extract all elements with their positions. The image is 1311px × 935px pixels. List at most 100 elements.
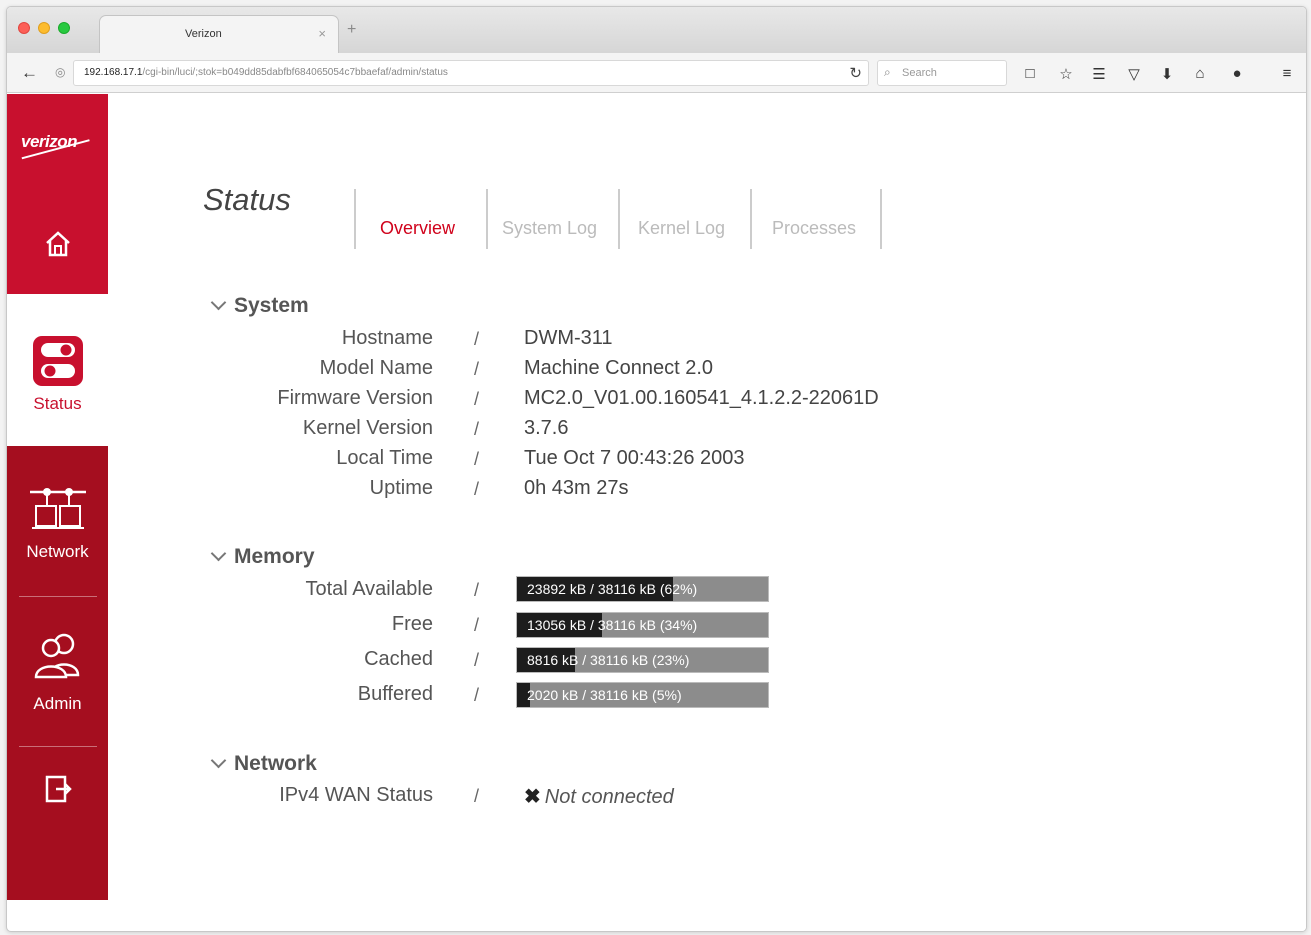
firmware-version-value: MC2.0_V01.00.160541_4.1.2.2-22061D bbox=[524, 387, 879, 409]
sidebar-header: verizon bbox=[7, 94, 108, 294]
browser-tab[interactable]: Verizon × bbox=[99, 15, 339, 53]
row-separator: / bbox=[474, 786, 480, 806]
local-time-value: Tue Oct 7 00:43:26 2003 bbox=[524, 447, 745, 469]
pocket-icon[interactable]: ▽ bbox=[1124, 65, 1144, 83]
progress-bar: 13056 kB / 38116 kB (34%) bbox=[516, 612, 769, 638]
logout-icon[interactable] bbox=[7, 774, 108, 809]
reload-icon[interactable]: ↻ bbox=[849, 64, 862, 82]
back-arrow-icon[interactable]: ← bbox=[21, 63, 38, 83]
verizon-logo: verizon bbox=[21, 132, 78, 151]
local-time-label: Local Time bbox=[336, 447, 433, 469]
uptime-label: Uptime bbox=[369, 477, 433, 499]
search-input[interactable]: ⌕ Search bbox=[877, 60, 1007, 86]
row-separator: / bbox=[474, 580, 480, 600]
hostname-label: Hostname bbox=[341, 327, 433, 349]
browser-window: Verizon × + ← ◎ 192.168.17.1/cgi-bin/luc… bbox=[6, 6, 1307, 932]
sidebar-divider bbox=[19, 596, 97, 597]
page-title: Status bbox=[203, 182, 291, 217]
row-separator: / bbox=[474, 449, 480, 469]
sidebar-item-label: Network bbox=[26, 542, 89, 561]
download-icon[interactable]: ⬇ bbox=[1157, 65, 1177, 83]
url-path: /cgi-bin/luci/;stok=b049dd85dabfbf684065… bbox=[142, 67, 448, 78]
progress-text: 8816 kB / 38116 kB (23%) bbox=[527, 652, 690, 668]
row-separator: / bbox=[474, 615, 480, 635]
main-content: Status Overview System Log Kernel Log Pr… bbox=[108, 94, 1306, 931]
hostname-value: DWM-311 bbox=[524, 327, 613, 349]
progress-text: 13056 kB / 38116 kB (34%) bbox=[527, 617, 698, 633]
total-available-label: Total Available bbox=[305, 578, 434, 600]
row-separator: / bbox=[474, 329, 480, 349]
sidebar-nav-group: Network Admin bbox=[7, 446, 108, 900]
ipv4-wan-status-value: ✖ Not connected bbox=[524, 784, 674, 809]
reading-list-icon[interactable]: ☰ bbox=[1089, 65, 1109, 83]
tab-divider bbox=[880, 189, 882, 249]
site-info-icon[interactable]: ◎ bbox=[55, 65, 65, 79]
bookmark-star-icon[interactable]: ☆ bbox=[1056, 65, 1076, 83]
firmware-version-label: Firmware Version bbox=[277, 387, 433, 409]
tab-label: System Log bbox=[502, 218, 598, 238]
search-placeholder: Search bbox=[902, 67, 937, 79]
tab-processes[interactable]: Processes bbox=[750, 189, 880, 249]
kernel-version-value: 3.7.6 bbox=[524, 417, 569, 439]
system-section-header[interactable]: System bbox=[210, 294, 309, 318]
tab-system-log[interactable]: System Log bbox=[486, 189, 618, 249]
url-text: 192.168.17.1/cgi-bin/luci/;stok=b049dd85… bbox=[84, 67, 448, 78]
users-icon bbox=[7, 631, 108, 684]
menu-icon[interactable]: ≡ bbox=[1277, 65, 1297, 82]
kernel-version-label: Kernel Version bbox=[302, 417, 433, 439]
network-icon bbox=[7, 484, 108, 539]
progress-bar: 2020 kB / 38116 kB (5%) bbox=[516, 682, 769, 708]
tab-overview[interactable]: Overview bbox=[354, 189, 486, 249]
tab-label: Kernel Log bbox=[638, 218, 726, 238]
tab-bar: Verizon × + bbox=[7, 7, 1306, 53]
chevron-down-icon bbox=[210, 752, 227, 769]
model-name-label: Model Name bbox=[319, 357, 433, 379]
tab-label: Processes bbox=[772, 218, 857, 238]
browser-tab-title: Verizon bbox=[185, 28, 222, 40]
model-name-value: Machine Connect 2.0 bbox=[524, 357, 714, 379]
sidebar: verizon Status Network Admin bbox=[7, 94, 108, 900]
buffered-label: Buffered bbox=[357, 683, 433, 705]
sidebar-item-label: Admin bbox=[33, 694, 82, 713]
tab-close-icon[interactable]: × bbox=[318, 26, 326, 41]
status-text: Not connected bbox=[544, 786, 674, 808]
tab-kernel-log[interactable]: Kernel Log bbox=[618, 189, 750, 249]
free-label: Free bbox=[391, 613, 433, 635]
section-title: System bbox=[234, 294, 309, 317]
section-title: Network bbox=[234, 752, 317, 775]
memory-section-header[interactable]: Memory bbox=[210, 545, 315, 569]
home-icon[interactable]: ⌂ bbox=[1190, 65, 1210, 82]
row-separator: / bbox=[474, 359, 480, 379]
cached-label: Cached bbox=[364, 648, 433, 670]
progress-text: 23892 kB / 38116 kB (62%) bbox=[527, 581, 698, 597]
sidebar-item-label: Status bbox=[33, 394, 82, 413]
row-separator: / bbox=[474, 389, 480, 409]
chevron-down-icon bbox=[210, 545, 227, 562]
row-separator: / bbox=[474, 419, 480, 439]
url-bar[interactable]: 192.168.17.1/cgi-bin/luci/;stok=b049dd85… bbox=[73, 60, 869, 86]
network-section-header[interactable]: Network bbox=[210, 752, 317, 776]
nav-bar: ← ◎ 192.168.17.1/cgi-bin/luci/;stok=b049… bbox=[7, 53, 1306, 93]
uptime-value: 0h 43m 27s bbox=[524, 477, 629, 499]
window-close-button[interactable] bbox=[18, 22, 30, 34]
ipv4-wan-status-label: IPv4 WAN Status bbox=[279, 784, 433, 806]
window-maximize-button[interactable] bbox=[58, 22, 70, 34]
progress-bar: 8816 kB / 38116 kB (23%) bbox=[516, 647, 769, 673]
chevron-down-icon bbox=[210, 294, 227, 311]
progress-bar: 23892 kB / 38116 kB (62%) bbox=[516, 576, 769, 602]
search-icon: ⌕ bbox=[884, 65, 891, 79]
home-icon[interactable] bbox=[7, 229, 108, 264]
section-title: Memory bbox=[234, 545, 315, 568]
sidebar-toggle-icon[interactable]: □ bbox=[1020, 65, 1040, 82]
new-tab-button[interactable]: + bbox=[347, 21, 356, 39]
row-separator: / bbox=[474, 685, 480, 705]
toggle-icon bbox=[7, 334, 108, 393]
url-host: 192.168.17.1 bbox=[84, 67, 143, 78]
row-separator: / bbox=[474, 479, 480, 499]
chat-icon[interactable]: ● bbox=[1227, 65, 1247, 82]
sidebar-divider bbox=[19, 746, 97, 747]
x-mark-icon: ✖ bbox=[524, 786, 541, 808]
window-minimize-button[interactable] bbox=[38, 22, 50, 34]
sidebar-item-status[interactable]: Status bbox=[7, 294, 108, 446]
row-separator: / bbox=[474, 650, 480, 670]
